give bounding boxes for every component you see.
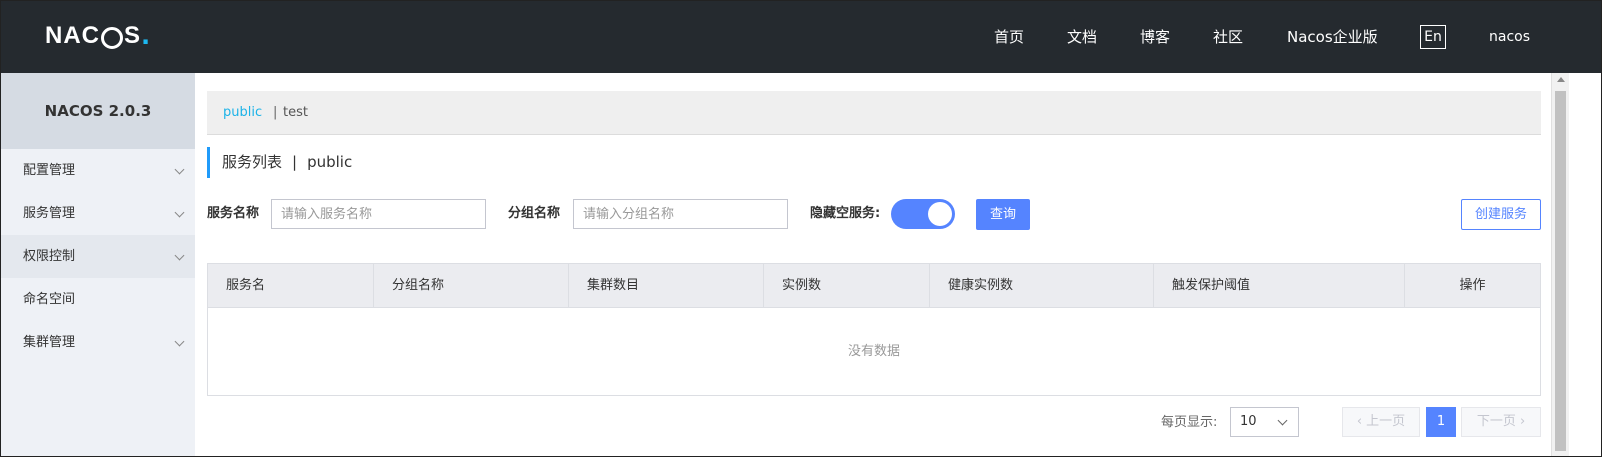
sidebar-item-namespace[interactable]: 命名空间	[1, 278, 195, 321]
page-title: 服务列表 | public	[207, 147, 352, 178]
column-header-cluster-count: 集群数目	[569, 264, 764, 307]
app-window: NAC S . 首页 文档 博客 社区 Nacos企业版 En nacos NA…	[0, 0, 1602, 457]
sidebar-item-label: 配置管理	[23, 163, 76, 178]
page-title-separator: |	[292, 153, 298, 171]
table-empty-text: 没有数据	[847, 344, 900, 359]
column-header-service-name: 服务名	[208, 264, 374, 307]
sidebar-item-service[interactable]: 服务管理	[1, 192, 195, 235]
next-page-label: 下一页	[1476, 414, 1516, 429]
nav-home[interactable]: 首页	[994, 1, 1024, 73]
column-header-healthy-count: 健康实例数	[930, 264, 1154, 307]
scroll-up-arrow-icon[interactable]	[1557, 77, 1565, 82]
window-margin	[1569, 73, 1601, 456]
service-name-label: 服务名称	[207, 206, 260, 221]
sidebar-item-cluster[interactable]: 集群管理	[1, 321, 195, 364]
sidebar-item-label: 权限控制	[23, 249, 76, 264]
chevron-left-icon: ‹	[1356, 414, 1363, 429]
logo-text-right: S	[124, 22, 142, 49]
logo-dot: .	[141, 22, 151, 50]
sidebar-item-label: 命名空间	[23, 292, 76, 307]
current-page-button[interactable]: 1	[1426, 407, 1456, 437]
main-content: public | test 服务列表 | public 服务名称 分组名称 隐藏空服…	[195, 73, 1551, 456]
namespace-bar: public | test	[207, 91, 1541, 135]
group-name-label: 分组名称	[508, 206, 561, 221]
chevron-right-icon: ›	[1519, 414, 1526, 429]
page-size-select[interactable]: 10	[1230, 407, 1299, 437]
vertical-scrollbar[interactable]	[1551, 73, 1569, 456]
column-header-protect-threshold: 触发保护阈值	[1154, 264, 1405, 307]
logo-text-left: NAC	[45, 22, 100, 49]
page-size-value: 10	[1240, 414, 1257, 429]
query-button[interactable]: 查询	[976, 199, 1030, 230]
page-title-text: 服务列表	[222, 153, 283, 171]
service-name-input[interactable]	[271, 199, 486, 229]
prev-page-label: 上一页	[1366, 414, 1406, 429]
next-page-button[interactable]: 下一页 ›	[1461, 407, 1541, 437]
page-title-namespace: public	[307, 153, 353, 171]
sidebar-item-config[interactable]: 配置管理	[1, 149, 195, 192]
sidebar-item-auth[interactable]: 权限控制	[1, 235, 195, 278]
nav-community[interactable]: 社区	[1213, 1, 1243, 73]
nacos-logo[interactable]: NAC S .	[45, 22, 151, 50]
table-header: 服务名 分组名称 集群数目 实例数 健康实例数 触发保护阈值 操作	[208, 264, 1540, 308]
service-table: 服务名 分组名称 集群数目 实例数 健康实例数 触发保护阈值 操作 没有数据	[207, 263, 1541, 396]
create-service-button[interactable]: 创建服务	[1461, 199, 1541, 230]
group-name-input[interactable]	[573, 199, 788, 229]
chevron-down-icon	[174, 207, 185, 218]
toggle-knob	[928, 202, 952, 226]
chevron-down-icon	[174, 250, 185, 261]
hide-empty-toggle[interactable]	[891, 199, 955, 229]
sidebar: NACOS 2.0.3 配置管理 服务管理 权限控制 命名空间 集群管理	[1, 73, 195, 456]
namespace-test-link[interactable]: test	[283, 91, 308, 135]
chevron-down-icon	[1277, 415, 1288, 426]
column-header-group-name: 分组名称	[374, 264, 569, 307]
top-header: NAC S . 首页 文档 博客 社区 Nacos企业版 En nacos	[1, 1, 1601, 73]
hide-empty-label: 隐藏空服务:	[810, 206, 881, 221]
scrollbar-thumb[interactable]	[1555, 91, 1566, 451]
chevron-down-icon	[174, 336, 185, 347]
sidebar-title: NACOS 2.0.3	[1, 73, 195, 149]
nav-enterprise[interactable]: Nacos企业版	[1287, 1, 1378, 73]
page-size-label: 每页显示:	[1161, 415, 1218, 430]
nav-docs[interactable]: 文档	[1067, 1, 1097, 73]
language-switch-button[interactable]: En	[1420, 25, 1446, 49]
nav-blog[interactable]: 博客	[1140, 1, 1170, 73]
column-header-instance-count: 实例数	[764, 264, 930, 307]
prev-page-button[interactable]: ‹ 上一页	[1342, 407, 1420, 437]
namespace-public-link[interactable]: public	[223, 91, 262, 135]
column-header-actions: 操作	[1459, 278, 1486, 293]
namespace-separator: |	[273, 105, 278, 120]
user-menu[interactable]: nacos	[1489, 1, 1530, 73]
sidebar-item-label: 服务管理	[23, 206, 76, 221]
chevron-down-icon	[174, 164, 185, 175]
logo-o-icon	[101, 27, 123, 49]
sidebar-item-label: 集群管理	[23, 335, 76, 350]
